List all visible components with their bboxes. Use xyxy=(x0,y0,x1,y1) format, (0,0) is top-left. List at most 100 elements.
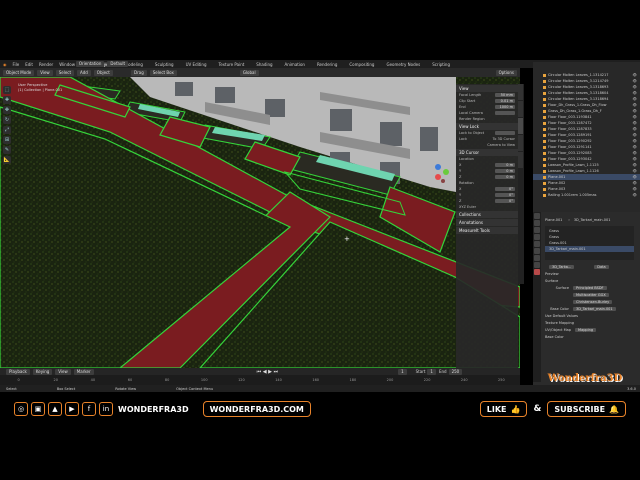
menu-window[interactable]: Window xyxy=(59,62,75,67)
object-tab-icon[interactable] xyxy=(534,255,540,261)
n-tab-extra[interactable] xyxy=(518,152,523,168)
website-link[interactable]: WONDERFRA3D.COM xyxy=(202,401,311,417)
like-button[interactable]: LIKE 👍 xyxy=(479,401,528,417)
distribution-dropdown[interactable]: Multiscatter GGX xyxy=(573,292,609,297)
scale-tool-icon[interactable]: ⤢ xyxy=(3,126,11,134)
visibility-eye-icon[interactable]: 👁 xyxy=(633,73,637,77)
focal-length-field[interactable]: 50 mm xyxy=(495,93,515,97)
visibility-eye-icon[interactable]: 👁 xyxy=(633,193,637,197)
facebook-icon[interactable]: f xyxy=(82,402,96,416)
visibility-eye-icon[interactable]: 👁 xyxy=(633,79,637,83)
mapping-field[interactable]: Mapping xyxy=(575,327,597,332)
blender-logo-icon[interactable]: ◉ xyxy=(3,62,7,67)
instagram-icon[interactable]: ◎ xyxy=(14,402,28,416)
visibility-eye-icon[interactable]: 👁 xyxy=(633,169,637,173)
tab-texture-paint[interactable]: Texture Paint xyxy=(215,62,247,67)
material-tab-icon[interactable] xyxy=(534,269,540,275)
visibility-eye-icon[interactable]: 👁 xyxy=(633,133,637,137)
playback-menu[interactable]: Playback xyxy=(6,368,30,375)
data-tab[interactable]: Data xyxy=(594,264,609,269)
render-tab-icon[interactable] xyxy=(534,220,540,226)
mode-dropdown[interactable]: Object Mode xyxy=(3,69,35,76)
default-dropdown[interactable]: Default xyxy=(107,60,129,67)
orientation-dropdown[interactable]: Orientation xyxy=(75,60,105,67)
tab-rendering[interactable]: Rendering xyxy=(314,62,340,67)
artstation-icon[interactable]: ▲ xyxy=(48,402,62,416)
to-3d-cursor-checkbox[interactable]: To 3D Cursor xyxy=(493,137,515,141)
linkedin-icon[interactable]: in xyxy=(99,402,113,416)
clip-start-field[interactable]: 0.01 m xyxy=(495,99,515,103)
measure-tool-icon[interactable]: 📐 xyxy=(3,156,11,164)
tab-uv-editing[interactable]: UV Editing xyxy=(183,62,210,67)
view-menu[interactable]: View xyxy=(37,69,53,76)
surface-panel[interactable]: Surface xyxy=(533,277,640,284)
tab-animation[interactable]: Animation xyxy=(282,62,308,67)
visibility-eye-icon[interactable]: 👁 xyxy=(633,115,637,119)
render-region-checkbox[interactable]: Render Region xyxy=(456,116,518,122)
select-box-dropdown[interactable]: Select Box xyxy=(149,69,177,76)
visibility-eye-icon[interactable]: 👁 xyxy=(633,97,637,101)
n-tab-view[interactable] xyxy=(518,118,523,134)
visibility-eye-icon[interactable]: 👁 xyxy=(633,109,637,113)
select-menu[interactable]: Select xyxy=(55,69,75,76)
tab-compositing[interactable]: Compositing xyxy=(346,62,377,67)
menu-render[interactable]: Render xyxy=(39,62,53,67)
cursor-tool-icon[interactable]: ✚ xyxy=(3,96,11,104)
n-tab-edit[interactable] xyxy=(518,135,523,151)
use-default-values[interactable]: Use Default Values xyxy=(533,312,640,319)
object-menu[interactable]: Object xyxy=(93,69,113,76)
visibility-eye-icon[interactable]: 👁 xyxy=(633,139,637,143)
object-name[interactable]: Plane.001 xyxy=(545,218,562,222)
scene-tab-icon[interactable] xyxy=(534,241,540,247)
visibility-eye-icon[interactable]: 👁 xyxy=(633,103,637,107)
outliner-item[interactable]: Railing 1.001rem 1.005mas 👁 xyxy=(533,192,640,198)
material-name[interactable]: 3D_Tarkari_main.001 xyxy=(574,218,611,222)
output-tab-icon[interactable] xyxy=(534,227,540,233)
timeline[interactable]: 0 20 40 60 80 100 120 140 160 180 200 220 240 250 xyxy=(0,375,520,385)
start-frame-field[interactable]: 1 xyxy=(427,368,436,375)
subscribe-button[interactable]: SUBSCRIBE 🔔 xyxy=(547,401,626,417)
annotate-tool-icon[interactable]: ✎ xyxy=(3,146,11,154)
tab-geometry-nodes[interactable]: Geometry Nodes xyxy=(383,62,423,67)
visibility-eye-icon[interactable]: 👁 xyxy=(633,85,637,89)
surface-shader-field[interactable]: Principled BSDF xyxy=(573,285,607,290)
preview-panel[interactable]: Preview xyxy=(533,270,640,277)
local-camera-field[interactable] xyxy=(495,111,515,115)
twitch-icon[interactable]: ▣ xyxy=(31,402,45,416)
visibility-eye-icon[interactable]: 👁 xyxy=(633,121,637,125)
visibility-eye-icon[interactable]: 👁 xyxy=(633,151,637,155)
lock-object-field[interactable] xyxy=(495,131,515,135)
view-layer-tab-icon[interactable] xyxy=(534,234,540,240)
tab-scripting[interactable]: Scripting xyxy=(429,62,453,67)
camera-to-view-checkbox[interactable]: Camera to View xyxy=(456,142,518,148)
youtube-icon[interactable]: ▶ xyxy=(65,402,79,416)
annotations-panel[interactable]: Annotations xyxy=(456,219,518,226)
subsurface-method-dropdown[interactable]: Christensen-Burley xyxy=(573,299,613,304)
drag-dropdown[interactable]: Drag xyxy=(131,69,147,76)
3d-viewport[interactable]: + User Perspective (1) Collection | Plan… xyxy=(0,77,520,368)
visibility-eye-icon[interactable]: 👁 xyxy=(633,91,637,95)
3d-cursor-title[interactable]: 3D Cursor xyxy=(456,149,518,156)
collections-panel[interactable]: Collections xyxy=(456,211,518,218)
tab-shading[interactable]: Shading xyxy=(253,62,275,67)
tool-tab-icon[interactable] xyxy=(534,213,540,219)
material-slot-selected[interactable]: 3D_Tarkari_main.001 xyxy=(545,246,634,252)
material-datablock[interactable]: 3D_Tarka... xyxy=(549,264,575,269)
view-panel-title[interactable]: View xyxy=(456,85,518,92)
transform-tool-icon[interactable]: ⊞ xyxy=(3,136,11,144)
playback-controls-icon[interactable]: ⏮ ◀ ▶ ⏭ xyxy=(257,369,278,375)
timeline-view-menu[interactable]: View xyxy=(55,368,71,375)
world-tab-icon[interactable] xyxy=(534,248,540,254)
visibility-eye-icon[interactable]: 👁 xyxy=(633,181,637,185)
move-tool-icon[interactable]: ✥ xyxy=(3,106,11,114)
keying-menu[interactable]: Keying xyxy=(32,368,53,375)
n-tab-tool[interactable] xyxy=(518,101,523,117)
menu-file[interactable]: File xyxy=(13,62,20,67)
options-dropdown[interactable]: Options xyxy=(495,69,517,76)
measureit-panel[interactable]: MeasureIt Tools xyxy=(456,227,518,234)
menu-edit[interactable]: Edit xyxy=(25,62,33,67)
rotation-mode-dropdown[interactable]: XYZ Euler xyxy=(456,204,518,210)
visibility-eye-icon[interactable]: 👁 xyxy=(633,145,637,149)
n-tab-item[interactable] xyxy=(518,84,523,100)
clip-end-field[interactable]: 1000 m xyxy=(495,105,515,109)
